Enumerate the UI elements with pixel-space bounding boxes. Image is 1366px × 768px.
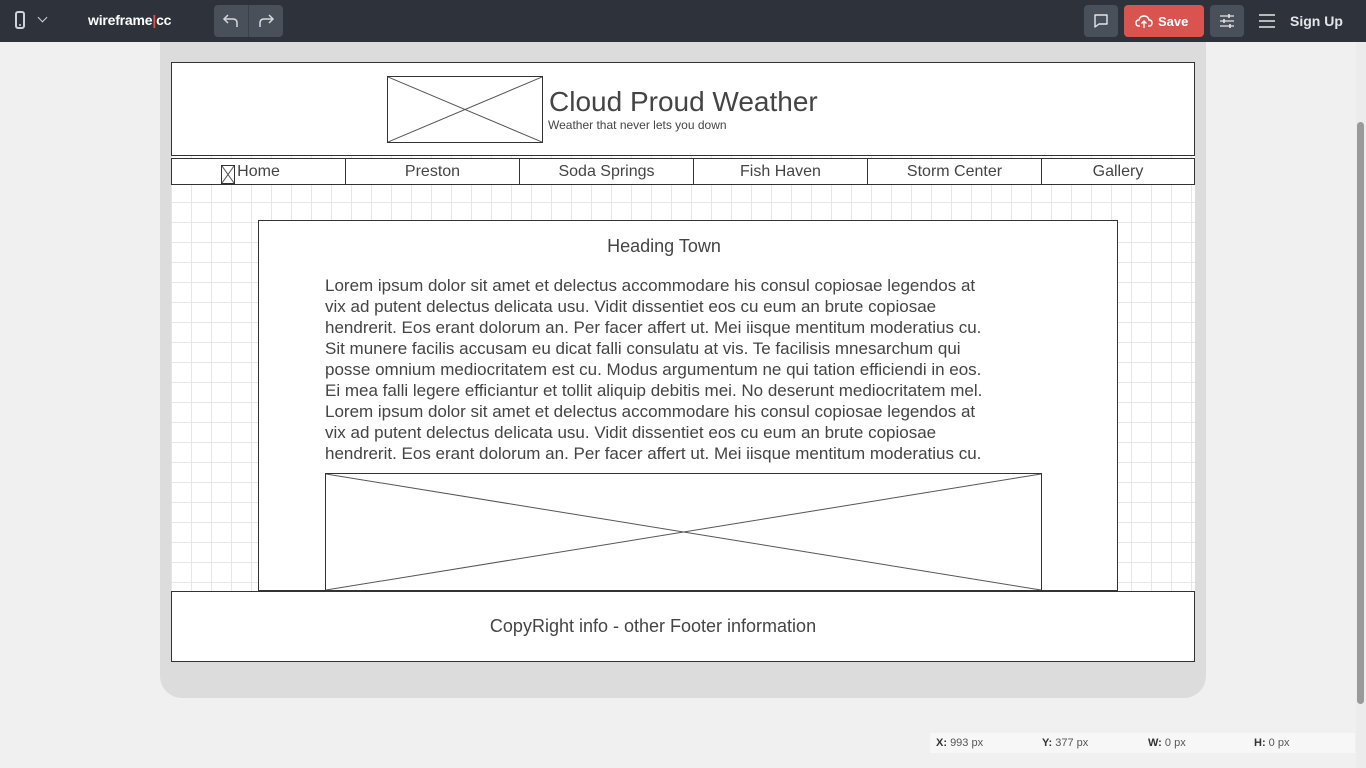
phone-icon [15,11,25,29]
comment-icon [1094,14,1108,28]
text-line: Lorem ipsum dolor sit amet et delectus a… [325,402,976,421]
chevron-down-icon [37,12,48,23]
sliders-icon [1220,14,1234,28]
logo-image-placeholder[interactable] [387,76,543,143]
nav-label: Storm Center [906,163,1003,180]
home-icon-placeholder[interactable] [221,165,235,184]
image-placeholder-icon [222,166,234,183]
body-paragraph[interactable]: Lorem ipsum dolor sit amet et delectus a… [325,275,1045,464]
text-line: posse omnium mediocritatem est cu. Modus… [325,360,982,379]
text-line: Ei mea falli legere efficiantur et tolli… [325,381,983,400]
footer-text[interactable]: CopyRight info - other Footer informatio… [171,616,1135,637]
logo-suffix: cc [156,12,172,28]
device-selector[interactable] [10,8,56,34]
nav-label: Gallery [1092,163,1144,180]
sign-up-link[interactable]: Sign Up [1290,13,1343,29]
menu-button[interactable] [1257,11,1279,31]
top-toolbar: wireframe|cc Save Sign Up [0,0,1366,42]
hamburger-icon [1259,14,1275,28]
text-line: vix ad putent delectus delicata usu. Vid… [325,297,937,316]
settings-button[interactable] [1210,5,1244,37]
x-label: X: [936,737,947,749]
content-heading[interactable]: Heading Town [258,236,1070,257]
text-line: Lorem ipsum dolor sit amet et delectus a… [325,276,976,295]
y-value: 377 px [1055,737,1089,749]
height-readout: H: 0 px [1254,737,1289,749]
scrollbar-thumb[interactable] [1357,122,1364,704]
text-line: hendrerit. Eos erant dolorum an. Per fac… [325,318,982,337]
history-controls [214,5,283,37]
content-image-placeholder[interactable] [325,473,1042,591]
app-logo[interactable]: wireframe|cc [88,12,171,28]
coordinate-status-bar: X: 993 px Y: 377 px W: 0 px H: 0 px [930,733,1355,753]
text-line: vix ad putent delectus delicata usu. Vid… [325,423,937,442]
redo-icon [259,14,275,27]
site-tagline[interactable]: Weather that never lets you down [548,118,727,132]
nav-label: Preston [404,163,461,180]
nav-item-gallery[interactable]: Gallery [1041,158,1195,185]
h-label: H: [1254,737,1266,749]
image-placeholder-icon [326,474,1041,590]
nav-label: Soda Springs [558,163,655,180]
undo-icon [222,14,238,27]
w-label: W: [1148,737,1162,749]
text-line: hendrerit. Eos erant dolorum an. Per fac… [325,444,982,463]
y-label: Y: [1042,737,1053,749]
nav-label: Fish Haven [740,163,821,180]
nav-item-preston[interactable]: Preston [345,158,520,185]
save-label: Save [1158,14,1189,29]
cloud-upload-icon [1135,15,1153,28]
x-value: 993 px [950,737,984,749]
nav-label: Home [237,163,280,180]
undo-button[interactable] [214,5,248,37]
y-readout: Y: 377 px [1042,737,1088,749]
text-line: Sit munere facilis accusam eu dicat fall… [325,339,961,358]
site-title[interactable]: Cloud Proud Weather [549,86,818,118]
x-readout: X: 993 px [936,737,983,749]
comment-button[interactable] [1084,5,1118,37]
h-value: 0 px [1268,737,1290,749]
w-value: 0 px [1164,737,1186,749]
redo-button[interactable] [249,5,283,37]
image-placeholder-icon [388,77,542,142]
nav-item-fish-haven[interactable]: Fish Haven [693,158,868,185]
save-button[interactable]: Save [1124,5,1204,37]
width-readout: W: 0 px [1148,737,1186,749]
nav-item-home[interactable]: Home [171,158,346,185]
nav-item-storm-center[interactable]: Storm Center [867,158,1042,185]
nav-item-soda-springs[interactable]: Soda Springs [519,158,694,185]
logo-text: wireframe [88,12,153,28]
